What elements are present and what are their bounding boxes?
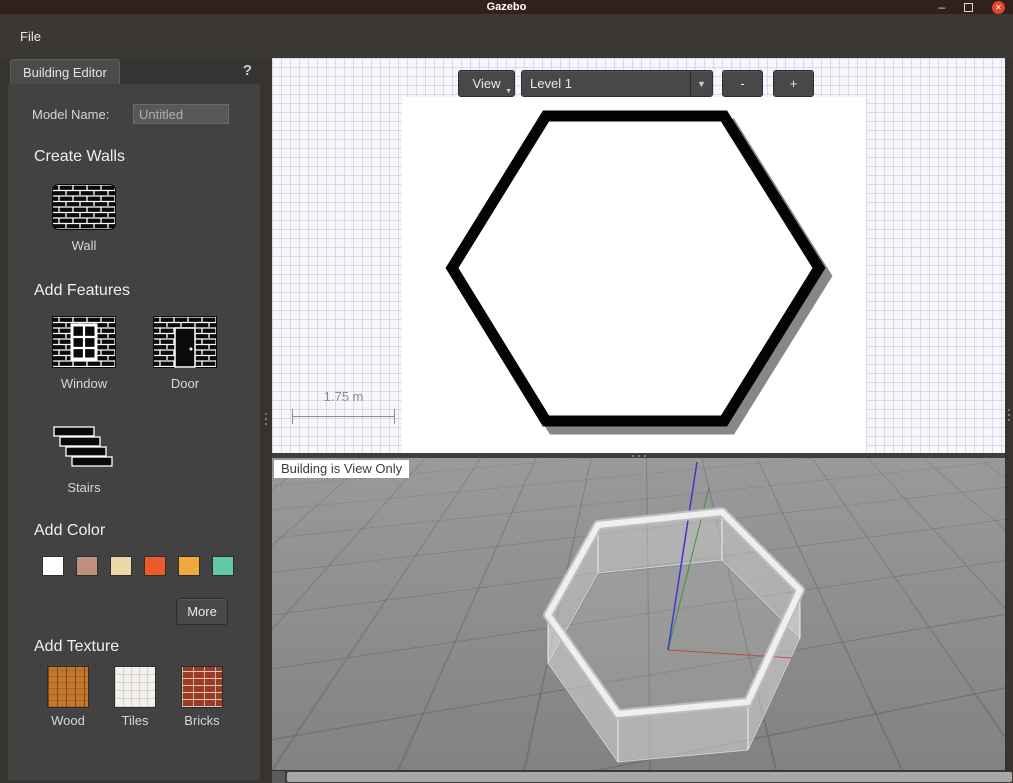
- tiles-texture-thumbnail: [114, 666, 156, 708]
- vertical-splitter-left[interactable]: [260, 58, 272, 780]
- horizontal-scrollbar[interactable]: [272, 771, 1013, 783]
- vertical-splitter-right[interactable]: [1005, 58, 1013, 771]
- color-swatch-white[interactable]: [42, 556, 64, 576]
- model-name-input[interactable]: [133, 104, 229, 124]
- window-title: Gazebo: [487, 0, 527, 14]
- view-only-badge: Building is View Only: [274, 460, 409, 478]
- gazebo-window: Gazebo – ✕ File Building Editor ? Model …: [0, 0, 1013, 783]
- splitter-dot: [265, 413, 267, 415]
- splitter-dot: [1008, 419, 1010, 421]
- scale-ruler: [292, 416, 395, 417]
- view-button[interactable]: View ▼: [458, 70, 515, 97]
- heading-add-features: Add Features: [34, 282, 130, 300]
- bricks-texture-thumbnail: [181, 666, 223, 708]
- color-swatch-row: [42, 556, 234, 576]
- splitter-dot: [644, 455, 646, 457]
- splitter-dot: [1008, 414, 1010, 416]
- texture-row: Wood Tiles Bricks: [40, 666, 230, 728]
- texture-tiles-button[interactable]: Tiles: [107, 666, 163, 728]
- scrollbar-button[interactable]: [272, 771, 285, 783]
- level-selector-value: Level 1: [522, 76, 690, 91]
- wall-tool-button[interactable]: Wall: [36, 184, 132, 253]
- scale-label: 1.75 m: [292, 389, 395, 404]
- window-tool-button[interactable]: Window: [36, 316, 132, 391]
- color-swatch-orange[interactable]: [178, 556, 200, 576]
- help-icon[interactable]: ?: [243, 62, 252, 79]
- heading-add-color: Add Color: [34, 522, 105, 540]
- splitter-dot: [638, 455, 640, 457]
- level-selector[interactable]: Level 1 ▼: [521, 70, 713, 97]
- scale-tick-left: [292, 409, 293, 424]
- stairs-label: Stairs: [67, 480, 100, 495]
- splitter-dot: [632, 455, 634, 457]
- door-icon: [153, 316, 217, 368]
- building-editor-panel: Building Editor ? Model Name: Create Wal…: [8, 58, 260, 780]
- scrollbar-thumb[interactable]: [287, 772, 1012, 782]
- texture-bricks-button[interactable]: Bricks: [174, 666, 230, 728]
- zoom-in-button[interactable]: +: [773, 70, 814, 97]
- minimize-button[interactable]: –: [938, 1, 945, 13]
- menu-bar: File: [0, 14, 1013, 58]
- bricks-label: Bricks: [184, 713, 219, 728]
- stairs-tool-button[interactable]: Stairs: [36, 424, 132, 495]
- close-button[interactable]: ✕: [992, 1, 1005, 14]
- chevron-down-icon: ▼: [505, 88, 512, 95]
- color-swatch-rosybrown[interactable]: [76, 556, 98, 576]
- tab-row: Building Editor ?: [8, 58, 260, 84]
- title-bar: Gazebo – ✕: [0, 0, 1013, 14]
- color-swatch-seagreen[interactable]: [212, 556, 234, 576]
- door-label: Door: [171, 376, 199, 391]
- view-button-label: View: [473, 76, 501, 91]
- window-controls: – ✕: [938, 0, 1005, 14]
- color-swatch-orangered[interactable]: [144, 556, 166, 576]
- more-colors-button[interactable]: More: [176, 598, 228, 625]
- stairs-icon: [52, 424, 116, 472]
- tiles-label: Tiles: [122, 713, 149, 728]
- splitter-dot: [1008, 409, 1010, 411]
- building-3d-svg: [272, 458, 1005, 770]
- door-tool-button[interactable]: Door: [137, 316, 233, 391]
- wood-label: Wood: [51, 713, 85, 728]
- texture-wood-button[interactable]: Wood: [40, 666, 96, 728]
- view-3d-viewport[interactable]: Building is View Only: [272, 458, 1005, 770]
- splitter-dot: [265, 423, 267, 425]
- color-swatch-wheat[interactable]: [110, 556, 132, 576]
- model-name-label: Model Name:: [32, 107, 109, 122]
- wall-icon: [52, 184, 116, 230]
- chevron-down-icon: ▼: [690, 71, 712, 96]
- scale-tick-right: [394, 409, 395, 424]
- zoom-out-button[interactable]: -: [722, 70, 763, 97]
- wood-texture-thumbnail: [47, 666, 89, 708]
- maximize-button[interactable]: [964, 3, 973, 12]
- editor-2d-canvas[interactable]: View ▼ Level 1 ▼ - + 1.75 m: [272, 58, 1005, 453]
- window-label: Window: [61, 376, 107, 391]
- heading-add-texture: Add Texture: [34, 638, 119, 656]
- wall-label: Wall: [72, 238, 97, 253]
- window-icon: [52, 316, 116, 368]
- menu-item-file[interactable]: File: [14, 27, 47, 46]
- splitter-dot: [265, 418, 267, 420]
- tab-building-editor[interactable]: Building Editor: [10, 59, 120, 84]
- heading-create-walls: Create Walls: [34, 148, 125, 166]
